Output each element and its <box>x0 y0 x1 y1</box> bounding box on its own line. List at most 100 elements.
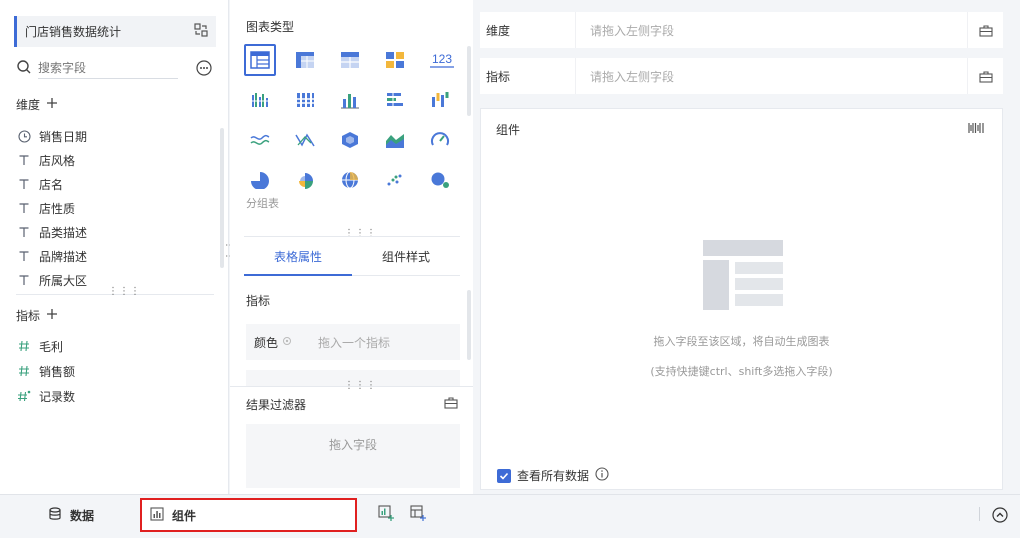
barcode-icon[interactable] <box>968 122 984 137</box>
dimension-field-sales-date[interactable]: 销售日期 <box>16 126 87 146</box>
measure-section-title: 指标 <box>16 307 58 324</box>
chart-type-scrollbar[interactable] <box>467 46 471 116</box>
chart-type-table-icon[interactable] <box>244 44 276 76</box>
text-type-icon <box>16 250 32 262</box>
property-scrollbar[interactable] <box>467 290 471 360</box>
chart-type-waterfall-icon[interactable] <box>424 84 456 116</box>
toolbox-icon[interactable] <box>444 396 458 412</box>
search-input[interactable] <box>38 57 178 79</box>
add-component-icon[interactable] <box>378 505 394 524</box>
dimension-drop-placeholder: 请拖入左侧字段 <box>590 23 675 38</box>
chart-type-bubble-icon[interactable] <box>424 164 456 196</box>
field-search <box>16 56 212 80</box>
color-drop-zone[interactable]: 颜色 拖入一个指标 <box>246 324 460 360</box>
chart-type-bar-chart-icon[interactable] <box>334 84 366 116</box>
chart-type-crosstab-icon[interactable] <box>289 44 321 76</box>
dimension-drop-label: 维度 <box>480 12 576 48</box>
measure-field-sales[interactable]: 销售额 <box>16 361 75 381</box>
chart-group-label: 分组表 <box>246 197 279 210</box>
component-canvas[interactable]: 组件 拖入字段至该区域，将自动生成图表 (支持快捷键ctrl、shift多选拖入… <box>480 108 1003 490</box>
dimension-field-category[interactable]: 品类描述 <box>16 222 87 242</box>
bar-chart-icon <box>150 506 164 524</box>
tab-table-properties[interactable]: 表格属性 <box>244 237 352 276</box>
chart-type-rose-chart-icon[interactable] <box>289 164 321 196</box>
switch-dataset-icon[interactable] <box>194 23 208 40</box>
tab-data[interactable]: 数据 <box>48 495 94 535</box>
checkbox-checked-icon[interactable] <box>497 468 511 483</box>
field-label: 店名 <box>39 177 64 192</box>
canvas-title: 组件 <box>496 123 521 137</box>
chart-type-area-chart-icon[interactable] <box>379 124 411 156</box>
chart-type-line-chart-icon[interactable] <box>244 124 276 156</box>
dimension-field-store-name[interactable]: 店名 <box>16 174 63 194</box>
result-filter-placeholder: 拖入字段 <box>328 438 377 452</box>
chart-type-stacked-bar-icon[interactable] <box>289 84 321 116</box>
more-options-icon[interactable] <box>196 60 212 79</box>
empty-hint-secondary: (支持快捷键ctrl、shift多选拖入字段) <box>650 365 833 378</box>
chart-type-polygon-icon[interactable] <box>334 124 366 156</box>
result-filter-drop-zone[interactable]: 拖入字段 <box>246 424 460 488</box>
chart-type-title: 图表类型 <box>246 20 295 34</box>
chart-type-radar-line-icon[interactable] <box>289 124 321 156</box>
chart-config-panel: 图表类型 123 分组表 ⋮⋮⋮ 表格属性 组件样式 指标 颜色 拖入一个指标 … <box>230 0 473 494</box>
add-measure-icon[interactable] <box>46 308 58 323</box>
number-type-icon <box>16 340 32 352</box>
dimension-drop-row[interactable]: 维度 请拖入左侧字段 <box>480 12 1003 48</box>
dataset-title-bar[interactable]: 门店销售数据统计 <box>14 16 216 47</box>
measure-drop-row[interactable]: 指标 请拖入左侧字段 <box>480 58 1003 94</box>
dimension-field-store-nature[interactable]: 店性质 <box>16 198 75 218</box>
text-type-icon <box>16 226 32 238</box>
measure-drop-label: 指标 <box>480 58 576 94</box>
chart-type-detail-table-icon[interactable] <box>334 44 366 76</box>
chart-type-kpi-card-icon[interactable] <box>379 44 411 76</box>
empty-table-illustration <box>703 240 783 310</box>
text-type-icon <box>16 202 32 214</box>
field-label: 记录数 <box>39 389 76 404</box>
chart-type-scatter-icon[interactable] <box>379 164 411 196</box>
resize-handle-filter[interactable]: ⋮⋮⋮ <box>344 380 377 391</box>
field-label: 所属大区 <box>39 273 88 288</box>
count-type-icon <box>16 390 32 402</box>
tab-component-style[interactable]: 组件样式 <box>352 237 460 275</box>
clock-icon <box>16 129 32 143</box>
chart-type-number-icon[interactable]: 123 <box>424 44 460 76</box>
database-icon <box>48 506 62 524</box>
measure-drop-placeholder: 请拖入左侧字段 <box>590 69 675 84</box>
toolbox-icon[interactable] <box>967 58 1003 94</box>
settings-icon <box>282 335 292 349</box>
measure-field-record-count[interactable]: 记录数 <box>16 386 75 406</box>
view-all-label: 查看所有数据 <box>517 469 590 483</box>
tab-component[interactable]: 组件 <box>140 498 357 532</box>
bottom-bar: 数据 组件 <box>0 494 1020 538</box>
add-dimension-icon[interactable] <box>46 97 58 112</box>
chart-type-globe-icon[interactable] <box>334 164 366 196</box>
field-label: 店性质 <box>39 201 76 216</box>
field-label: 毛利 <box>39 339 64 354</box>
add-dashboard-icon[interactable] <box>410 505 426 524</box>
info-icon[interactable] <box>595 467 609 484</box>
result-filter-title: 结果过滤器 <box>246 398 307 412</box>
property-section-label: 指标 <box>246 294 271 308</box>
collapse-up-icon[interactable] <box>992 507 1008 526</box>
chart-type-grouped-bar-icon[interactable] <box>244 84 276 116</box>
number-type-icon <box>16 365 32 377</box>
view-all-data-toggle[interactable]: 查看所有数据 <box>497 467 609 484</box>
chart-type-horizontal-bar-icon[interactable] <box>379 84 411 116</box>
text-type-icon <box>16 178 32 190</box>
tab-data-label: 数据 <box>70 508 95 523</box>
search-icon <box>16 59 32 78</box>
color-label: 颜色 <box>254 335 279 350</box>
dimension-field-brand[interactable]: 品牌描述 <box>16 246 87 266</box>
text-type-icon <box>16 154 32 166</box>
resize-handle-horizontal[interactable]: ⋮⋮⋮ <box>108 286 141 297</box>
dimension-field-region[interactable]: 所属大区 <box>16 270 87 290</box>
empty-hint-primary: 拖入字段至该区域，将自动生成图表 <box>653 335 830 348</box>
field-label: 销售日期 <box>39 129 88 144</box>
chart-type-pie-icon[interactable] <box>244 164 276 196</box>
measure-field-gross-profit[interactable]: 毛利 <box>16 336 63 356</box>
toolbox-icon[interactable] <box>967 12 1003 48</box>
color-placeholder: 拖入一个指标 <box>318 335 391 350</box>
tab-component-label: 组件 <box>172 508 197 523</box>
chart-type-gauge-icon[interactable] <box>424 124 456 156</box>
dimension-field-store-style[interactable]: 店风格 <box>16 150 75 170</box>
